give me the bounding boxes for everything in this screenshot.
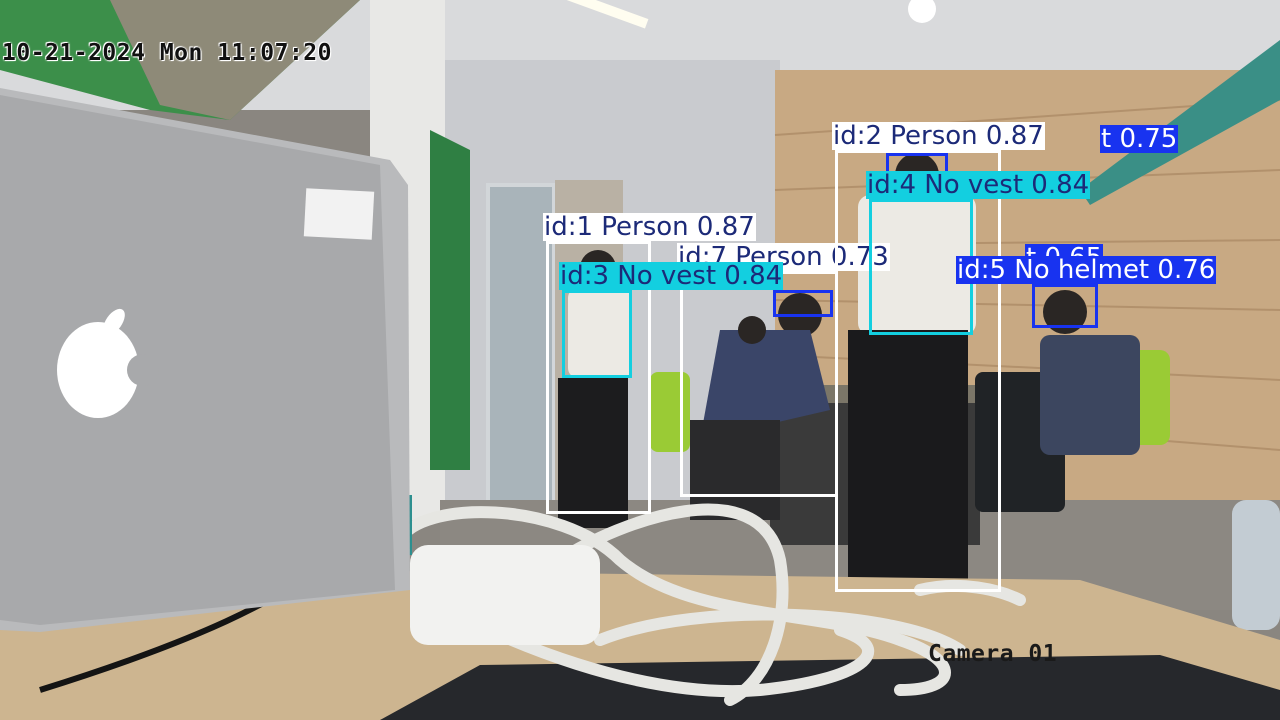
detection-label: id:1 Person 0.87	[543, 212, 756, 242]
camera-label: Camera 01	[928, 641, 1058, 667]
desk-mat	[380, 655, 1280, 720]
timestamp-overlay: 10-21-2024 Mon 11:07:20	[2, 40, 332, 66]
bounding-box	[1032, 284, 1098, 328]
bounding-box	[773, 290, 833, 317]
detection-label: t 0.75	[1100, 124, 1179, 154]
power-adapter	[410, 545, 600, 645]
detection-label: id:4 No vest 0.84	[866, 170, 1091, 200]
detection-label: id:5 No helmet 0.76	[956, 255, 1217, 285]
laptop-sticker	[303, 188, 375, 240]
detection-label: id:3 No vest 0.84	[559, 261, 784, 291]
wall-poster	[430, 130, 470, 470]
detection-helmet-7	[773, 290, 833, 317]
detection-vest-3: id:3 No vest 0.84	[559, 262, 784, 378]
water-bottle	[1232, 500, 1280, 630]
detection-helmet-5: id:5 No helmet 0.76	[956, 256, 1217, 328]
bounding-box	[562, 290, 632, 378]
detection-label: id:2 Person 0.87	[832, 121, 1045, 151]
